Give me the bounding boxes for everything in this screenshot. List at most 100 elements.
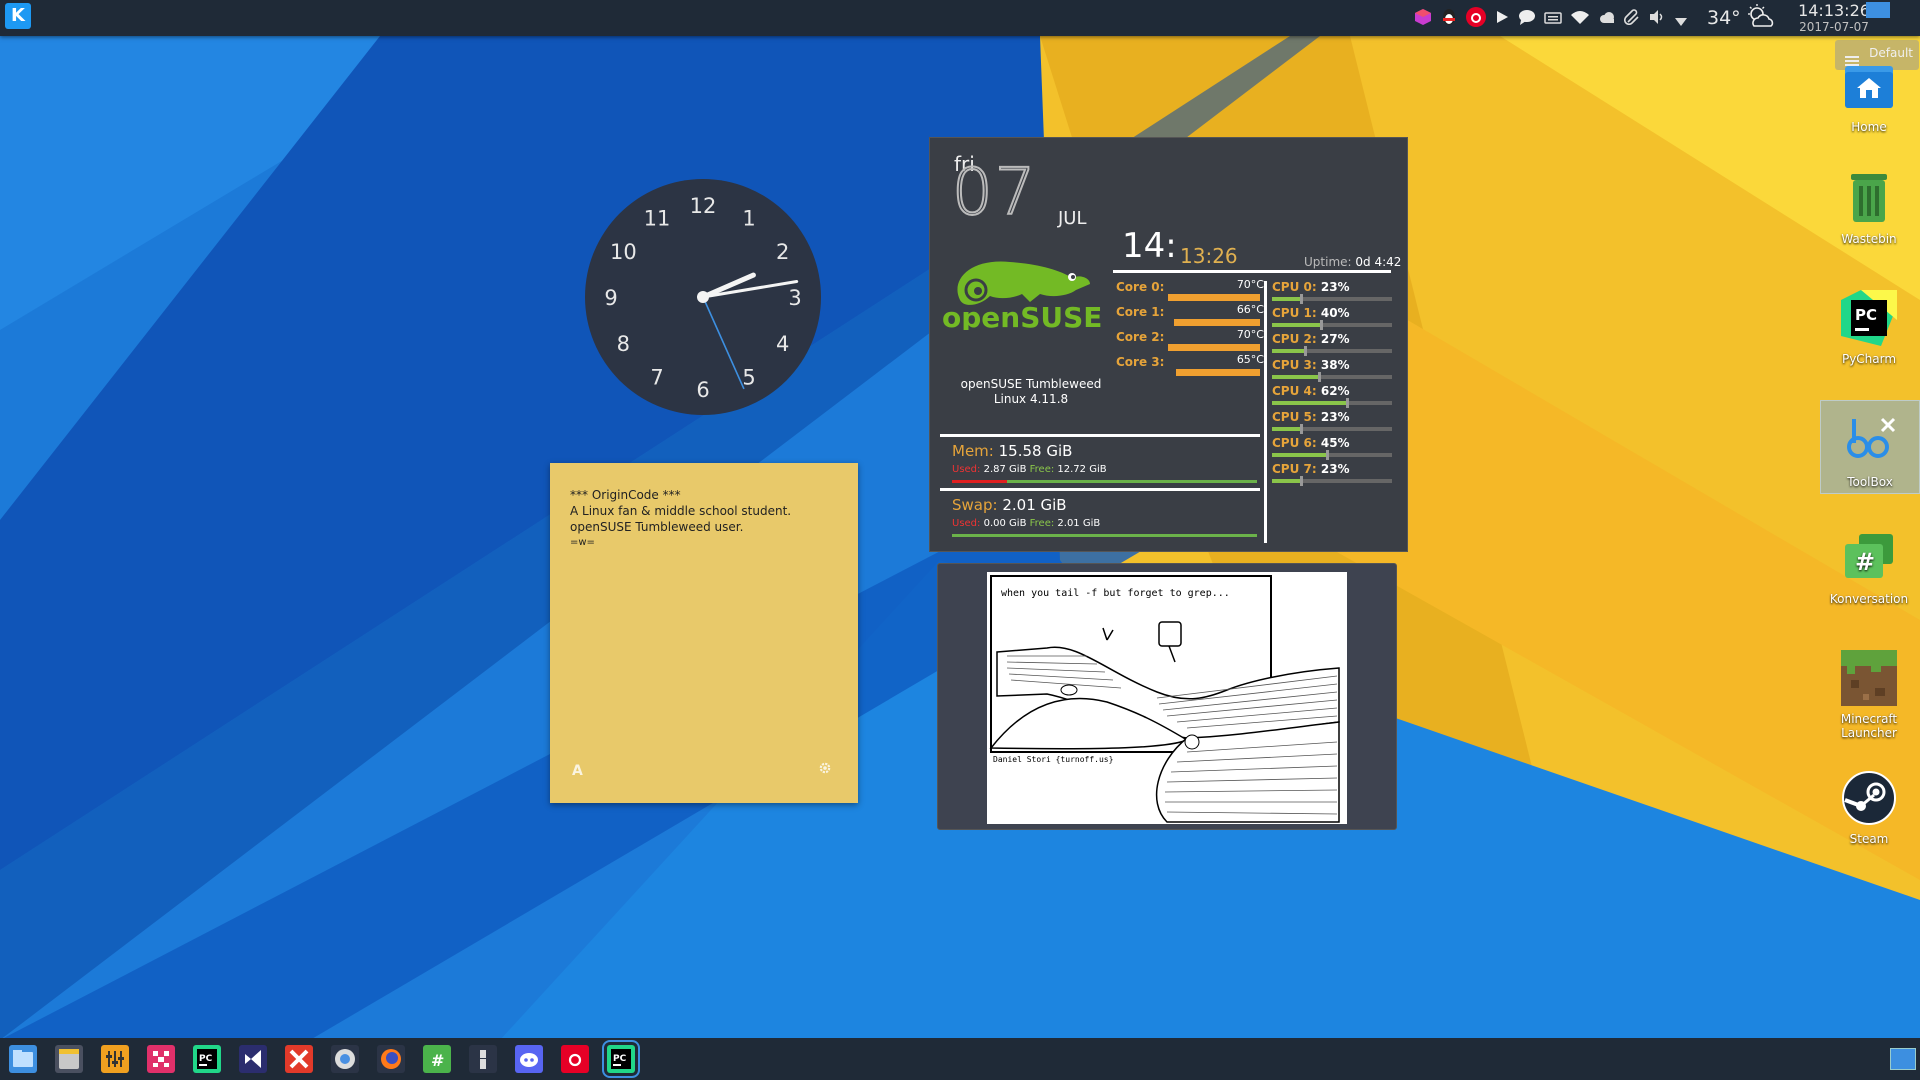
- conky-month: JUL: [1058, 208, 1087, 229]
- swap-bar: [952, 534, 1257, 537]
- cpu-percent: 38%: [1316, 358, 1350, 372]
- cpu-name: CPU 1:: [1272, 306, 1317, 320]
- desktop-icon-minecraft[interactable]: Minecraft Launcher: [1820, 650, 1918, 740]
- comic-drawing: [989, 575, 1340, 823]
- firefox-icon[interactable]: [377, 1045, 405, 1073]
- pycharm-icon[interactable]: PC: [193, 1045, 221, 1073]
- cpu-name: CPU 4:: [1272, 384, 1317, 398]
- core-temperature-bar: [1168, 344, 1260, 351]
- cpu-usage-fill: [1272, 375, 1318, 379]
- chromium-icon[interactable]: [331, 1045, 359, 1073]
- core-temperature: 70°C: [1236, 328, 1264, 341]
- home-folder-icon: [1841, 58, 1897, 114]
- discord-icon[interactable]: [515, 1045, 543, 1073]
- swap-total-value: 2.01 GiB: [1002, 496, 1067, 514]
- swap-free-label: Free:: [1029, 518, 1055, 529]
- note-line: =w=: [570, 537, 595, 548]
- svg-text:PC: PC: [199, 1054, 213, 1064]
- text-format-button[interactable]: A: [572, 763, 583, 779]
- pixel-app-icon[interactable]: [147, 1045, 175, 1073]
- paperclip-icon[interactable]: [1623, 9, 1640, 26]
- qq-icon[interactable]: [1440, 8, 1458, 26]
- cpu-usage-marker: [1300, 476, 1303, 486]
- visual-studio-code-icon[interactable]: [239, 1045, 267, 1073]
- cloud-icon[interactable]: [1598, 10, 1616, 24]
- desktop-icon-label: Steam: [1849, 832, 1889, 846]
- desktop-icon-home[interactable]: Home: [1820, 58, 1918, 134]
- note-line: A Linux fan & middle school student.: [570, 504, 792, 518]
- cpu-usage-bar: [1272, 450, 1392, 460]
- cpu-label: CPU 2: 27%: [1272, 332, 1350, 346]
- pycharm-running-icon[interactable]: PC: [602, 1040, 640, 1078]
- svg-text:#: #: [431, 1051, 444, 1070]
- clock-numeral: 3: [788, 286, 801, 310]
- konversation-icon: #: [1841, 530, 1897, 586]
- show-desktop-button[interactable]: [1890, 1048, 1916, 1070]
- comic-credit: Daniel Stori {turnoff.us}: [993, 755, 1114, 764]
- conky-uptime: Uptime: 0d 4:42: [1304, 255, 1401, 269]
- cube-icon[interactable]: [1414, 8, 1432, 26]
- desktop-icon-pycharm[interactable]: PC PyCharm: [1820, 290, 1918, 366]
- desktop-icon-steam[interactable]: Steam: [1820, 770, 1918, 846]
- wifi-icon[interactable]: [1570, 9, 1590, 25]
- netease-music-icon[interactable]: [561, 1045, 589, 1073]
- divider: [1113, 270, 1391, 273]
- cpu-usage-bar: [1272, 346, 1392, 356]
- mixer-icon[interactable]: [101, 1045, 129, 1073]
- cpu-percent: 23%: [1316, 280, 1350, 294]
- divider: [1264, 281, 1267, 543]
- cpu-label: CPU 3: 38%: [1272, 358, 1350, 372]
- cpu-label: CPU 7: 23%: [1272, 462, 1350, 476]
- comic-frame-widget[interactable]: when you tail -f but forget to grep... D…: [937, 563, 1397, 830]
- cpu-usage-fill: [1272, 479, 1300, 483]
- desktop-icon-label: ToolBox: [1847, 475, 1893, 489]
- cpu-label: CPU 6: 45%: [1272, 436, 1350, 450]
- play-icon[interactable]: [1494, 9, 1510, 25]
- expand-arrow-icon[interactable]: [1674, 12, 1688, 26]
- note-text[interactable]: *** OriginCode *** A Linux fan & middle …: [570, 487, 791, 551]
- app-icon[interactable]: [469, 1045, 497, 1073]
- clock-numeral: 4: [776, 332, 789, 356]
- show-desktop-button[interactable]: [1866, 2, 1890, 18]
- desktop-icon-konversation[interactable]: # Konversation: [1820, 530, 1918, 606]
- weather-temperature[interactable]: 34°: [1707, 7, 1741, 29]
- steam-icon: [1841, 770, 1897, 826]
- partly-cloudy-icon[interactable]: [1746, 4, 1776, 30]
- analog-clock-widget[interactable]: 12 12 3 45 6 789 10 11: [583, 177, 823, 417]
- clock-date: 2017-07-07: [1799, 20, 1869, 34]
- sticky-note-widget[interactable]: *** OriginCode *** A Linux fan & middle …: [550, 463, 858, 803]
- cpu-usage-bar: [1272, 476, 1392, 486]
- dolphin-icon[interactable]: [9, 1045, 37, 1073]
- memory-bar: [952, 480, 1257, 483]
- keyboard-icon[interactable]: [1544, 10, 1562, 24]
- chat-icon[interactable]: [1518, 9, 1536, 25]
- xmind-icon[interactable]: [285, 1045, 313, 1073]
- konversation-icon[interactable]: #: [423, 1045, 451, 1073]
- comic-caption: when you tail -f but forget to grep...: [1001, 588, 1230, 599]
- cpu-percent: 62%: [1316, 384, 1350, 398]
- cpu-name: CPU 2:: [1272, 332, 1317, 346]
- cpu-usage-marker: [1300, 294, 1303, 304]
- desktop-icon-toolbox[interactable]: ToolBox: [1820, 400, 1920, 494]
- cpu-usage-bar: [1272, 294, 1392, 304]
- memory-label: Mem:: [952, 442, 994, 460]
- toolbox-icon: [1842, 413, 1898, 469]
- memory-used-value: 2.87 GiB: [983, 464, 1027, 475]
- desktop-icon-label-line1: Minecraft: [1840, 712, 1898, 726]
- desktop-icon-wastebin[interactable]: Wastebin: [1820, 170, 1918, 246]
- core-temperature: 66°C: [1236, 303, 1264, 316]
- cpu-usage-bar: [1272, 372, 1392, 382]
- minecraft-icon: [1841, 650, 1897, 706]
- conky-hour: 14:: [1122, 226, 1177, 266]
- netease-music-icon[interactable]: [1466, 7, 1486, 27]
- volume-icon[interactable]: [1648, 9, 1666, 25]
- note-line: *** OriginCode ***: [570, 488, 681, 502]
- cpu-name: CPU 7:: [1272, 462, 1317, 476]
- gear-icon[interactable]: [818, 761, 832, 779]
- divider: [940, 434, 1260, 437]
- application-launcher-button[interactable]: K: [5, 3, 31, 29]
- clock-numeral: 8: [617, 332, 630, 356]
- file-manager-icon[interactable]: [55, 1045, 83, 1073]
- memory-total: Mem: 15.58 GiB: [952, 442, 1072, 460]
- trash-icon: [1841, 170, 1897, 226]
